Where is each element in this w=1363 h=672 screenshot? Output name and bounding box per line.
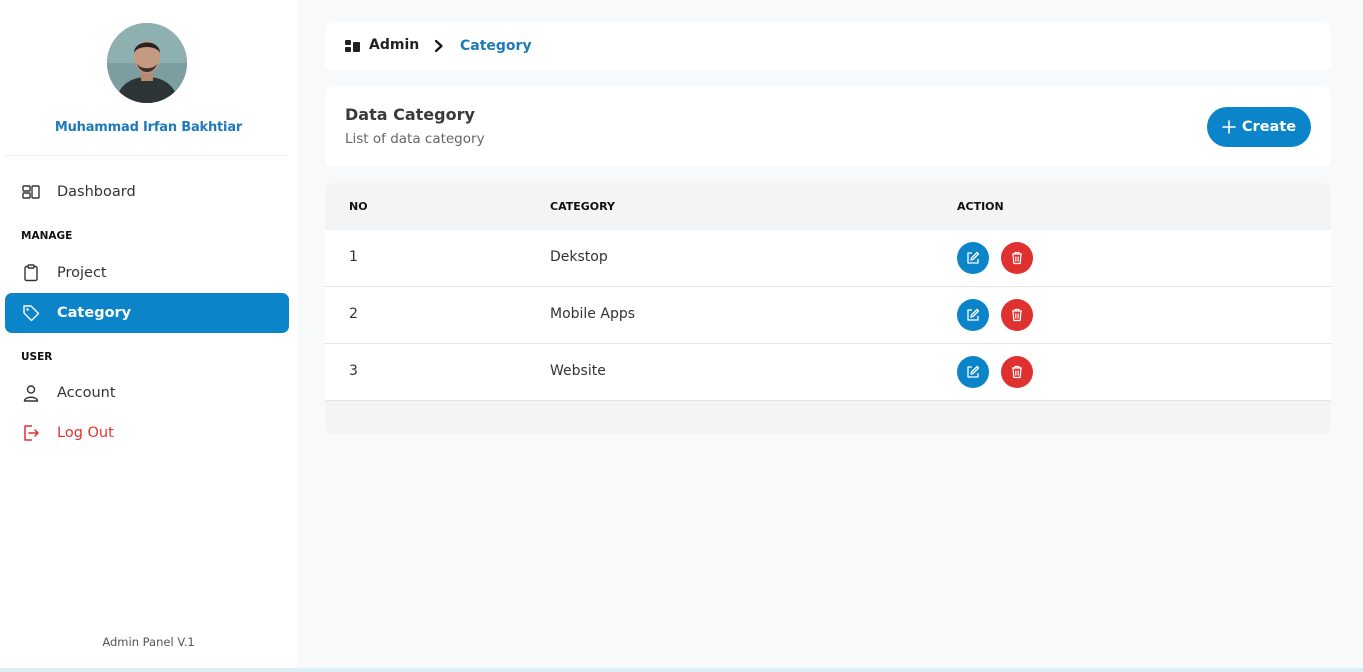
column-header-category: CATEGORY	[550, 200, 615, 213]
edit-button[interactable]	[957, 356, 989, 388]
page-subtitle: List of data category	[345, 131, 485, 147]
breadcrumb: Admin Category	[325, 23, 1331, 70]
edit-icon	[967, 365, 980, 378]
trash-icon	[1012, 251, 1022, 265]
breadcrumb-root[interactable]: Admin	[369, 37, 419, 53]
create-button[interactable]: Create	[1207, 107, 1311, 147]
row-category: Mobile Apps	[550, 306, 636, 322]
create-button-label: Create	[1241, 119, 1297, 135]
sidebar: Muhammad Irfan Bakhtiar Dashboard MANAGE…	[0, 0, 297, 672]
bottom-strip	[0, 668, 1363, 672]
sidebar-item-label: Account	[57, 385, 116, 401]
page-title: Data Category	[345, 105, 475, 124]
sidebar-item-account[interactable]: Account	[5, 373, 289, 413]
edit-button[interactable]	[957, 242, 989, 274]
edit-icon	[967, 251, 980, 264]
sidebar-item-label: Dashboard	[57, 184, 136, 200]
sidebar-item-project[interactable]: Project	[5, 253, 289, 293]
dashboard-grid-icon	[345, 40, 360, 52]
user-icon	[23, 385, 39, 402]
clipboard-icon	[24, 264, 38, 282]
sidebar-footer: Admin Panel V.1	[102, 635, 195, 649]
section-label-manage: MANAGE	[21, 230, 73, 242]
table-row: 1 Dekstop	[325, 230, 1331, 287]
page-header-card: Data Category List of data category Crea…	[325, 87, 1331, 167]
row-number: 1	[349, 249, 358, 265]
row-category: Website	[550, 363, 606, 379]
delete-button[interactable]	[1001, 356, 1033, 388]
user-name: Muhammad Irfan Bakhtiar	[54, 120, 243, 135]
trash-icon	[1012, 365, 1022, 379]
layout-icon	[22, 185, 40, 199]
sidebar-item-label: Category	[57, 305, 132, 321]
table-header: NO CATEGORY ACTION	[325, 183, 1331, 230]
row-number: 2	[349, 306, 358, 322]
chevron-right-icon	[434, 39, 443, 53]
logout-icon	[24, 425, 39, 441]
delete-button[interactable]	[1001, 242, 1033, 274]
avatar[interactable]	[107, 23, 187, 103]
sidebar-item-label: Project	[57, 265, 107, 281]
edit-button[interactable]	[957, 299, 989, 331]
category-table: NO CATEGORY ACTION 1 Dekstop 2 Mobile Ap…	[325, 183, 1331, 434]
sidebar-item-dashboard[interactable]: Dashboard	[5, 172, 289, 212]
delete-button[interactable]	[1001, 299, 1033, 331]
trash-icon	[1012, 308, 1022, 322]
row-category: Dekstop	[550, 249, 608, 265]
section-label-user: USER	[21, 351, 53, 363]
table-row: 2 Mobile Apps	[325, 287, 1331, 344]
edit-icon	[967, 308, 980, 321]
row-number: 3	[349, 363, 358, 379]
sidebar-divider	[5, 155, 288, 156]
column-header-no: NO	[349, 200, 368, 213]
table-row: 3 Website	[325, 344, 1331, 401]
column-header-action: ACTION	[957, 200, 1004, 213]
tag-icon	[23, 305, 40, 322]
plus-icon	[1222, 120, 1236, 134]
sidebar-item-logout[interactable]: Log Out	[5, 413, 289, 453]
sidebar-item-label: Log Out	[57, 425, 114, 441]
sidebar-item-category[interactable]: Category	[5, 293, 289, 333]
breadcrumb-current: Category	[460, 38, 532, 54]
